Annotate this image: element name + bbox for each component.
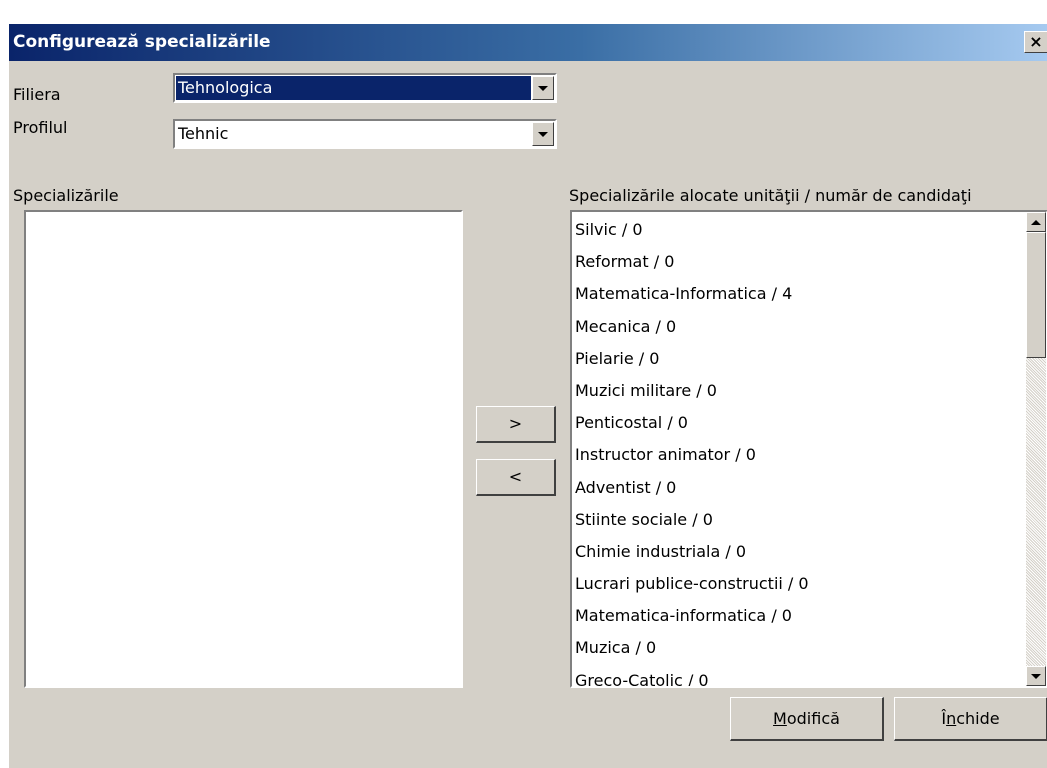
filiera-dropdown-button[interactable] <box>532 76 554 100</box>
close-button[interactable]: Închide <box>894 697 1047 741</box>
list-item[interactable]: Reformat / 0 <box>574 246 1026 278</box>
list-item[interactable]: Muzica / 0 <box>574 632 1026 664</box>
modify-button[interactable]: Modifică <box>730 697 884 741</box>
filiera-select[interactable]: Tehnologica <box>173 73 557 103</box>
modify-button-mnemonic: M <box>773 709 787 728</box>
scroll-thumb[interactable] <box>1026 232 1046 358</box>
list-item[interactable]: Stiinte sociale / 0 <box>574 504 1026 536</box>
list-item[interactable]: Penticostal / 0 <box>574 407 1026 439</box>
available-specializations-label: Specializările <box>13 186 119 205</box>
list-item[interactable]: Instructor animator / 0 <box>574 439 1026 471</box>
remove-specialization-button[interactable]: < <box>476 459 556 496</box>
list-item[interactable]: Matematica-Informatica / 4 <box>574 278 1026 310</box>
list-item[interactable]: Lucrari publice-constructii / 0 <box>574 568 1026 600</box>
allocated-specializations-label: Specializările alocate unităţii / număr … <box>569 186 972 205</box>
profil-label: Profilul <box>13 118 68 137</box>
list-item[interactable]: Matematica-informatica / 0 <box>574 600 1026 632</box>
close-window-button[interactable]: × <box>1024 31 1047 53</box>
list-item[interactable]: Mecanica / 0 <box>574 311 1026 343</box>
list-item[interactable]: Silvic / 0 <box>574 214 1026 246</box>
modify-button-label: odifică <box>786 709 840 728</box>
vertical-scrollbar[interactable] <box>1026 212 1046 686</box>
profil-value: Tehnic <box>178 124 229 143</box>
filiera-value: Tehnologica <box>176 76 531 100</box>
arrow-up-icon <box>1031 219 1041 225</box>
list-item[interactable]: Greco-Catolic / 0 <box>574 665 1026 686</box>
list-item[interactable]: Chimie industriala / 0 <box>574 536 1026 568</box>
list-item[interactable]: Adventist / 0 <box>574 472 1026 504</box>
profil-select[interactable]: Tehnic <box>173 119 557 149</box>
allocated-items: Silvic / 0 Reformat / 0 Matematica-Informa… <box>574 214 1026 686</box>
list-item[interactable]: Pielarie / 0 <box>574 343 1026 375</box>
add-specialization-button[interactable]: > <box>476 406 556 443</box>
allocated-specializations-list[interactable]: Silvic / 0 Reformat / 0 Matematica-Informa… <box>570 210 1047 688</box>
chevron-down-icon <box>538 85 548 91</box>
title-bar: Configurează specializările × <box>9 24 1047 61</box>
close-button-label: chide <box>956 709 1000 728</box>
arrow-down-icon <box>1031 673 1041 679</box>
configure-specializations-dialog: Configurează specializările × Filiera Te… <box>8 23 1047 768</box>
available-specializations-list[interactable] <box>24 210 463 688</box>
profil-dropdown-button[interactable] <box>532 122 554 146</box>
scroll-up-button[interactable] <box>1026 212 1046 232</box>
scroll-down-button[interactable] <box>1026 666 1046 686</box>
list-item[interactable]: Muzici militare / 0 <box>574 375 1026 407</box>
close-button-mnemonic: n <box>946 709 957 728</box>
chevron-down-icon <box>538 131 548 137</box>
filiera-label: Filiera <box>13 85 61 104</box>
window-title: Configurează specializările <box>13 32 271 52</box>
